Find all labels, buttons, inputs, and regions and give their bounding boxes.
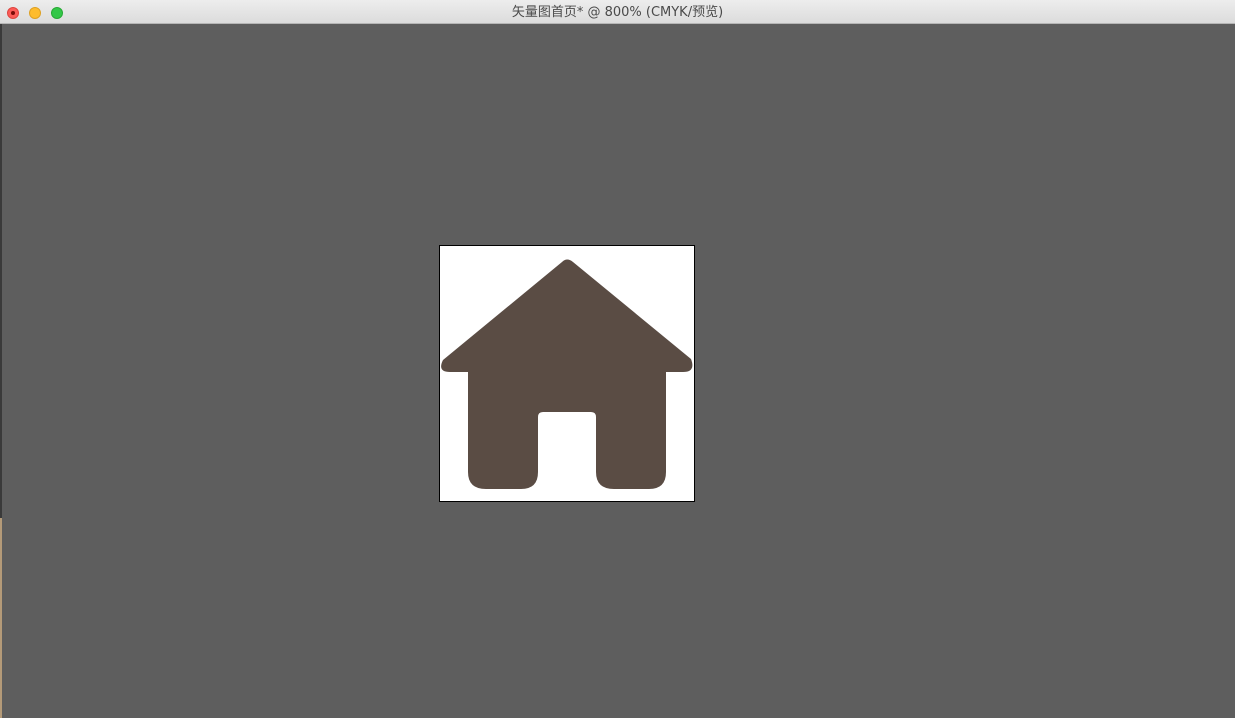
window-left-edge-lower — [0, 518, 2, 718]
house-artwork[interactable] — [440, 246, 694, 501]
home-icon[interactable] — [441, 259, 693, 490]
window-left-edge — [0, 24, 2, 518]
document-window: 矢量图首页* @ 800% (CMYK/预览) — [0, 0, 1235, 718]
window-title: 矢量图首页* @ 800% (CMYK/预览) — [511, 5, 724, 20]
title-bar[interactable]: 矢量图首页* @ 800% (CMYK/预览) — [0, 0, 1235, 24]
artboard[interactable] — [439, 245, 695, 502]
